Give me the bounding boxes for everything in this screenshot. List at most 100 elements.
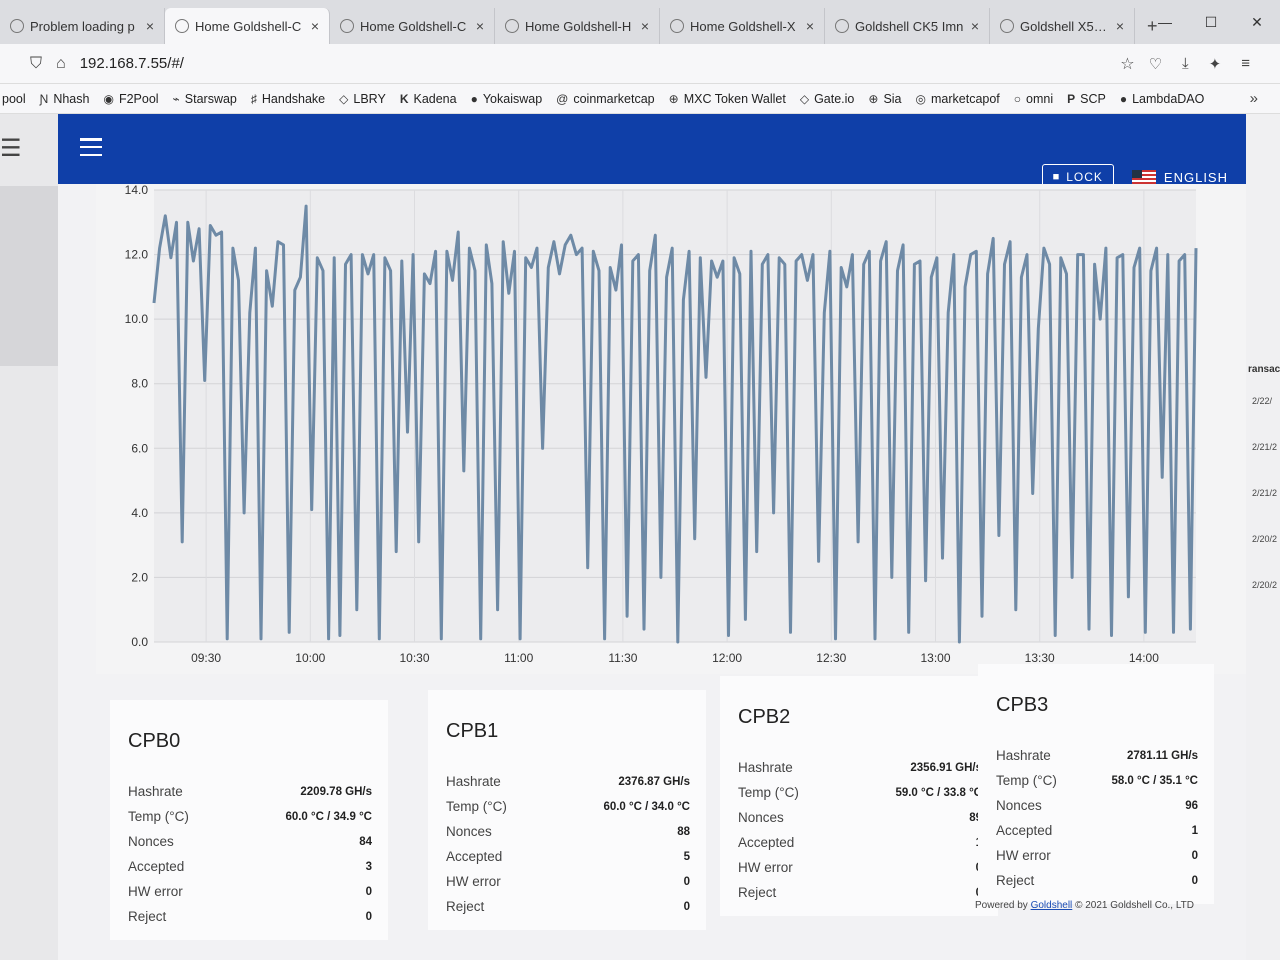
bookmarks-bar: pool Ɲ Nhash ◉ F2Pool ⌁ Starswap ♯ Handshake…	[0, 84, 1280, 114]
lock-icon[interactable]: ⌂	[56, 55, 66, 73]
tab-label: Home Goldshell-H	[525, 18, 632, 34]
star-icon[interactable]: ☆	[1120, 54, 1134, 74]
close-icon[interactable]: ×	[311, 18, 319, 34]
chevron-right-icon[interactable]: »	[1250, 90, 1278, 107]
close-icon[interactable]: ×	[146, 18, 154, 34]
footer-link[interactable]: Goldshell	[1031, 900, 1073, 911]
bookmark-label: LambdaDAO	[1132, 91, 1205, 106]
shield-icon[interactable]: ⛉	[30, 55, 42, 73]
close-icon[interactable]: ×	[971, 18, 979, 34]
row-label: Reject	[446, 899, 485, 914]
extension-icon[interactable]: ✦	[1209, 55, 1222, 73]
bookmark-gateio[interactable]: ◇ Gate.io	[800, 92, 855, 106]
maximize-icon[interactable]: ☐	[1188, 14, 1234, 31]
browser-tab-4[interactable]: Home Goldshell-X ×	[660, 8, 825, 44]
row-value: 60.0 °C / 34.0 °C	[603, 800, 690, 813]
browser-tab-1[interactable]: Home Goldshell-C ×	[165, 8, 330, 44]
bookmark-starswap[interactable]: ⌁ Starswap	[173, 92, 237, 106]
left-sidebar-edge: ☰	[0, 114, 58, 960]
browser-tab-2[interactable]: Home Goldshell-C ×	[330, 8, 495, 44]
row-label: Accepted	[738, 835, 795, 850]
bookmark-label: Yokaiswap	[482, 91, 543, 106]
row-accepted: Accepted 5	[446, 844, 690, 869]
y-tick-label: 6.0	[131, 441, 148, 455]
bookmark-label: MXC Token Wallet	[683, 91, 786, 106]
toolbar-icons: ♡ ⤓ ✦ ≡	[1149, 55, 1250, 73]
screen: Problem loading p × Home Goldshell-C × Hom…	[0, 0, 1280, 960]
download-icon[interactable]: ⤓	[1182, 55, 1189, 73]
bookmark-lambdadao[interactable]: ● LambdaDAO	[1120, 92, 1205, 106]
x-tick-label: 10:30	[399, 651, 429, 665]
bookmark-nhash[interactable]: Ɲ Nhash	[40, 92, 90, 106]
tab-label: Home Goldshell-X	[690, 18, 796, 34]
browser-tab-6[interactable]: Goldshell X5 Fan S ×	[990, 8, 1135, 44]
row-nonces: Nonces 88	[446, 819, 690, 844]
menu-icon[interactable]: ≡	[1241, 55, 1250, 73]
row-hashrate: Hashrate 2376.87 GH/s	[446, 769, 690, 794]
bookmark-handshake[interactable]: ♯ Handshake	[251, 92, 325, 106]
row-reject: Reject 0	[128, 904, 372, 929]
bookmark-yokaiswap[interactable]: ● Yokaiswap	[471, 92, 543, 106]
row-label: Reject	[128, 909, 167, 924]
minimize-icon[interactable]: —	[1142, 14, 1188, 30]
browser-tab-0[interactable]: Problem loading p ×	[0, 8, 165, 44]
row-hw-error: HW error0	[128, 879, 372, 904]
lock-icon: ■	[1052, 171, 1061, 183]
bookmark-label: pool	[2, 91, 26, 106]
row-reject: Reject 0	[996, 868, 1198, 893]
close-icon[interactable]: ×	[1116, 18, 1124, 34]
browser-tab-bar: Problem loading p × Home Goldshell-C × Hom…	[0, 0, 1280, 44]
url-field[interactable]: 192.168.7.55/#/	[80, 55, 1107, 72]
bookmark-coinmarketcap[interactable]: @ coinmarketcap	[556, 92, 654, 106]
row-label: HW error	[446, 874, 501, 889]
language-selector[interactable]: ENGLISH	[1131, 170, 1228, 185]
hamburger-menu-icon[interactable]	[80, 138, 102, 156]
row-accepted: Accepted 1	[996, 818, 1198, 843]
browser-tab-5[interactable]: Goldshell CK5 Imn ×	[825, 8, 990, 44]
bookmark-label: Kadena	[413, 91, 457, 106]
bookmark-pool[interactable]: pool	[2, 92, 26, 106]
link-icon: ⌁	[172, 91, 180, 106]
row-hashrate: Hashrate 2356.91 GH/s	[738, 755, 982, 780]
row-label: HW error	[738, 860, 793, 875]
x-tick-label: 10:00	[295, 651, 325, 665]
row-value: 0	[365, 910, 372, 923]
bookmark-label: Handshake	[261, 91, 326, 106]
bookmark-kadena[interactable]: K Kadena	[400, 92, 457, 106]
bookmark-label: LBRY	[353, 91, 386, 106]
browser-tab-3[interactable]: Home Goldshell-H ×	[495, 8, 660, 44]
bookmark-scp[interactable]: P SCP	[1067, 92, 1106, 106]
bookmark-marketcapof[interactable]: ◎ marketcapof	[916, 92, 1000, 106]
goldshell-icon	[670, 19, 684, 33]
tab-label: Goldshell X5 Fan S	[1020, 18, 1110, 34]
footer-prefix: Powered by	[975, 900, 1028, 911]
bookmark-label: Nhash	[53, 91, 90, 106]
window-controls: — ☐ ✕	[1142, 0, 1280, 44]
row-label: Nonces	[128, 834, 174, 849]
goldshell-icon	[505, 19, 519, 33]
y-tick-label: 12.0	[125, 248, 149, 262]
pocket-icon[interactable]: ♡	[1149, 55, 1162, 73]
list-icon[interactable]: ☰	[0, 134, 22, 163]
bookmark-lbry[interactable]: ◇ LBRY	[339, 92, 386, 106]
row-accepted: Accepted 3	[128, 854, 372, 879]
bookmark-sia[interactable]: ⊕ Sia	[868, 92, 901, 106]
x-tick-label: 11:00	[504, 651, 533, 665]
n-icon: Ɲ	[39, 91, 49, 106]
at-icon: @	[556, 91, 569, 106]
handshake-icon: ♯	[250, 91, 257, 106]
bookmark-omni[interactable]: ○ omni	[1014, 92, 1053, 106]
close-window-icon[interactable]: ✕	[1234, 14, 1280, 31]
close-icon[interactable]: ×	[476, 18, 484, 34]
tab-label: Home Goldshell-C	[360, 18, 467, 34]
row-value: 5	[683, 850, 690, 863]
row-hw-error: HW error0	[738, 855, 982, 880]
row-label: Accepted	[128, 859, 185, 874]
close-icon[interactable]: ×	[641, 18, 649, 34]
bookmark-f2pool[interactable]: ◉ F2Pool	[103, 92, 158, 106]
bookmark-mxc[interactable]: ⊕ MXC Token Wallet	[669, 92, 786, 106]
y-tick-label: 4.0	[131, 506, 148, 520]
right-panel-edge: ransac 2/22/ 2/21/2 2/21/2 2/20/2 2/20/2	[1246, 114, 1280, 960]
close-icon[interactable]: ×	[806, 18, 814, 34]
row-label: Hashrate	[128, 784, 183, 799]
